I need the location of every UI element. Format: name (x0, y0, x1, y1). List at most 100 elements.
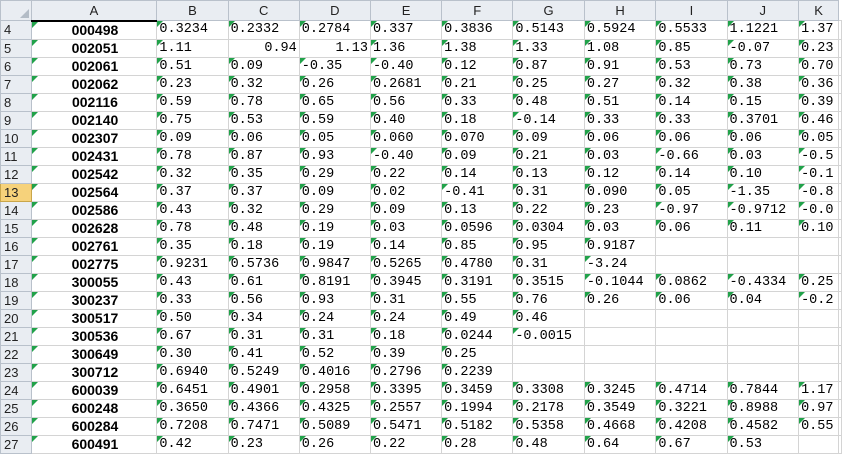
cell-a17[interactable]: 002775 (30, 254, 158, 274)
cell-c9[interactable]: 0.53 (227, 110, 300, 130)
cell-b16[interactable]: 0.35 (156, 236, 229, 256)
cell-e6[interactable]: -0.40 (369, 56, 443, 76)
cell-b25[interactable]: 0.3650 (156, 398, 229, 418)
cell-f16[interactable]: 0.85 (441, 236, 514, 256)
cell-f14[interactable]: 0.13 (441, 200, 514, 220)
cell-a13[interactable]: 002564 (30, 182, 158, 202)
cell-d13[interactable]: 0.09 (298, 182, 371, 202)
column-header-f[interactable]: F (441, 0, 514, 21)
cell-d8[interactable]: 0.65 (298, 92, 371, 112)
cell-h18[interactable]: -0.1044 (583, 272, 657, 292)
cell-g11[interactable]: 0.21 (512, 146, 585, 166)
cell-k13[interactable]: -0.8 (798, 182, 839, 202)
cell-j22[interactable] (726, 344, 800, 364)
cell-i21[interactable] (655, 326, 728, 346)
cell-f4[interactable]: 0.3836 (441, 20, 514, 40)
cell-c24[interactable]: 0.4901 (227, 380, 300, 400)
cell-d20[interactable]: 0.24 (298, 308, 371, 328)
cell-a18[interactable]: 300055 (30, 272, 158, 292)
cell-i8[interactable]: 0.14 (655, 92, 728, 112)
cell-j18[interactable]: -0.4334 (726, 272, 800, 292)
cell-a9[interactable]: 002140 (30, 110, 158, 130)
cell-b13[interactable]: 0.37 (156, 182, 229, 202)
cell-i15[interactable]: 0.06 (655, 218, 728, 238)
cell-b5[interactable]: 1.11 (156, 38, 229, 58)
cell-h23[interactable] (583, 362, 657, 382)
cell-h15[interactable]: 0.03 (583, 218, 657, 238)
cell-h25[interactable]: 0.3549 (583, 398, 657, 418)
cell-k23[interactable] (798, 362, 839, 382)
cell-a11[interactable]: 002431 (30, 146, 158, 166)
cell-k25[interactable]: 0.97 (798, 398, 839, 418)
cell-h10[interactable]: 0.06 (583, 128, 657, 148)
cell-j17[interactable] (726, 254, 800, 274)
cell-a21[interactable]: 300536 (30, 326, 158, 346)
column-header-k[interactable]: K (798, 0, 839, 21)
cell-b9[interactable]: 0.75 (156, 110, 229, 130)
select-all-corner[interactable] (0, 0, 32, 21)
cell-l26[interactable] (838, 416, 842, 436)
cell-k26[interactable]: 0.55 (798, 416, 839, 436)
cell-l25[interactable] (838, 398, 842, 418)
cell-k14[interactable]: -0.0 (798, 200, 839, 220)
row-header-14[interactable]: 14 (0, 200, 32, 220)
cell-l4[interactable] (838, 20, 842, 40)
spreadsheet-grid[interactable]: ABCDEFGHIJK 4 000498 0.3234 0.2332 0.2784 0.3… (0, 0, 842, 454)
cell-b26[interactable]: 0.7208 (156, 416, 229, 436)
cell-a16[interactable]: 002761 (30, 236, 158, 256)
cell-c17[interactable]: 0.5736 (227, 254, 300, 274)
cell-a4[interactable]: 000498 (30, 19, 158, 40)
cell-j19[interactable]: 0.04 (726, 290, 800, 310)
cell-g8[interactable]: 0.48 (512, 92, 585, 112)
cell-l20[interactable] (838, 308, 842, 328)
cell-c7[interactable]: 0.32 (227, 74, 300, 94)
cell-h26[interactable]: 0.4668 (583, 416, 657, 436)
cell-b23[interactable]: 0.6940 (156, 362, 229, 382)
column-header-g[interactable]: G (512, 0, 585, 21)
column-header-e[interactable]: E (369, 0, 443, 21)
cell-f9[interactable]: 0.18 (441, 110, 514, 130)
cell-c5[interactable]: 0.94 (227, 38, 300, 58)
cell-b15[interactable]: 0.78 (156, 218, 229, 238)
cell-b11[interactable]: 0.78 (156, 146, 229, 166)
row-header-8[interactable]: 8 (0, 92, 32, 112)
cell-l9[interactable] (838, 110, 842, 130)
cell-e13[interactable]: 0.02 (369, 182, 443, 202)
cell-e5[interactable]: 1.36 (369, 38, 443, 58)
cell-a7[interactable]: 002062 (30, 74, 158, 94)
cell-b20[interactable]: 0.50 (156, 308, 229, 328)
cell-e15[interactable]: 0.03 (369, 218, 443, 238)
cell-e23[interactable]: 0.2796 (369, 362, 443, 382)
cell-d18[interactable]: 0.8191 (298, 272, 371, 292)
cell-j20[interactable] (726, 308, 800, 328)
cell-h5[interactable]: 1.08 (583, 38, 657, 58)
cell-a20[interactable]: 300517 (30, 308, 158, 328)
cell-j21[interactable] (726, 326, 800, 346)
cell-c18[interactable]: 0.61 (227, 272, 300, 292)
cell-a6[interactable]: 002061 (30, 56, 158, 76)
cell-a26[interactable]: 600284 (30, 416, 158, 436)
cell-h9[interactable]: 0.33 (583, 110, 657, 130)
row-header-18[interactable]: 18 (0, 272, 32, 292)
column-header-b[interactable]: B (156, 0, 229, 21)
column-header-h[interactable]: H (583, 0, 657, 21)
cell-i6[interactable]: 0.53 (655, 56, 728, 76)
cell-d12[interactable]: 0.29 (298, 164, 371, 184)
cell-b8[interactable]: 0.59 (156, 92, 229, 112)
cell-e18[interactable]: 0.3945 (369, 272, 443, 292)
row-header-23[interactable]: 23 (0, 362, 32, 382)
row-header-13[interactable]: 13 (0, 182, 32, 202)
cell-j23[interactable] (726, 362, 800, 382)
cell-d21[interactable]: 0.31 (298, 326, 371, 346)
row-header-9[interactable]: 9 (0, 110, 32, 130)
cell-k8[interactable]: 0.39 (798, 92, 839, 112)
cell-d16[interactable]: 0.19 (298, 236, 371, 256)
column-header-i[interactable]: I (655, 0, 728, 21)
cell-g10[interactable]: 0.09 (512, 128, 585, 148)
cell-h11[interactable]: 0.03 (583, 146, 657, 166)
cell-i12[interactable]: 0.14 (655, 164, 728, 184)
cell-l24[interactable] (838, 380, 842, 400)
cell-f5[interactable]: 1.38 (441, 38, 514, 58)
cell-f24[interactable]: 0.3459 (441, 380, 514, 400)
cell-l8[interactable] (838, 92, 842, 112)
